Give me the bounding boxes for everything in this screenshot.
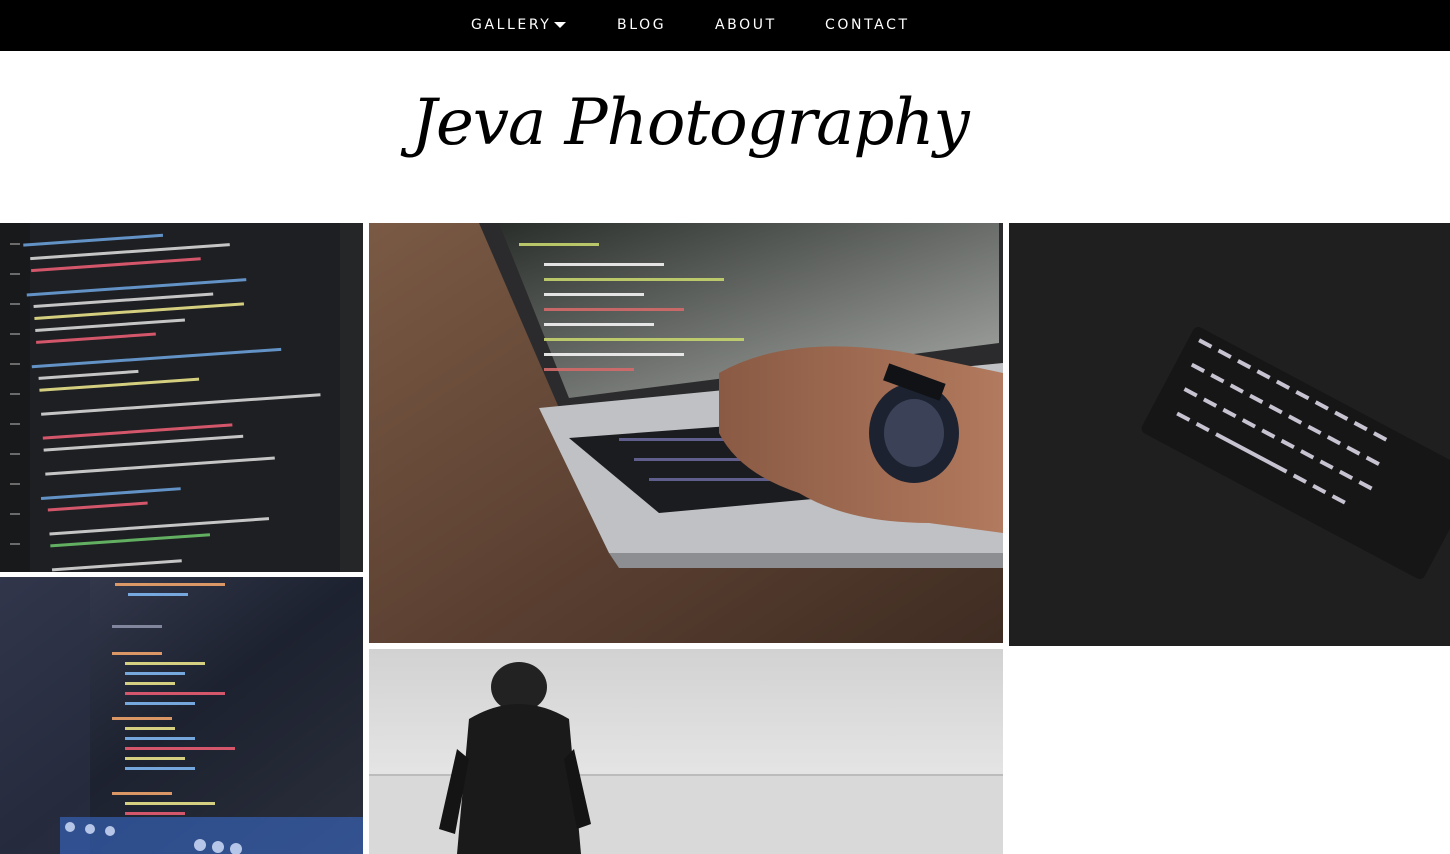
nav-gallery-label: GALLERY xyxy=(471,17,552,33)
gallery-photo-person-sea[interactable] xyxy=(369,649,1003,854)
nav-blog-link[interactable]: BLOG xyxy=(617,0,666,51)
laptop-typing-image xyxy=(369,223,1003,643)
top-navigation: GALLERY BLOG ABOUT CONTACT xyxy=(0,0,1450,51)
css-code-image xyxy=(0,577,363,854)
backlit-keyboard-image xyxy=(1009,223,1450,646)
gallery-photo-css-code[interactable] xyxy=(0,577,363,854)
nav-about-link[interactable]: ABOUT xyxy=(715,0,777,51)
nav-blog-label: BLOG xyxy=(617,17,667,33)
gallery-photo-laptop-typing[interactable] xyxy=(369,223,1003,643)
chevron-down-icon[interactable] xyxy=(554,22,566,28)
site-title[interactable]: Jeva Photography xyxy=(0,86,1380,160)
gallery-photo-code-editor[interactable] xyxy=(0,223,363,572)
nav-contact-label: CONTACT xyxy=(825,17,910,33)
nav-gallery-link[interactable]: GALLERY xyxy=(471,0,551,51)
person-sea-image xyxy=(369,649,1003,854)
nav-about-label: ABOUT xyxy=(715,17,777,33)
code-editor-image xyxy=(0,223,363,572)
gallery-photo-backlit-keyboard[interactable] xyxy=(1009,223,1450,646)
nav-contact-link[interactable]: CONTACT xyxy=(825,0,910,51)
